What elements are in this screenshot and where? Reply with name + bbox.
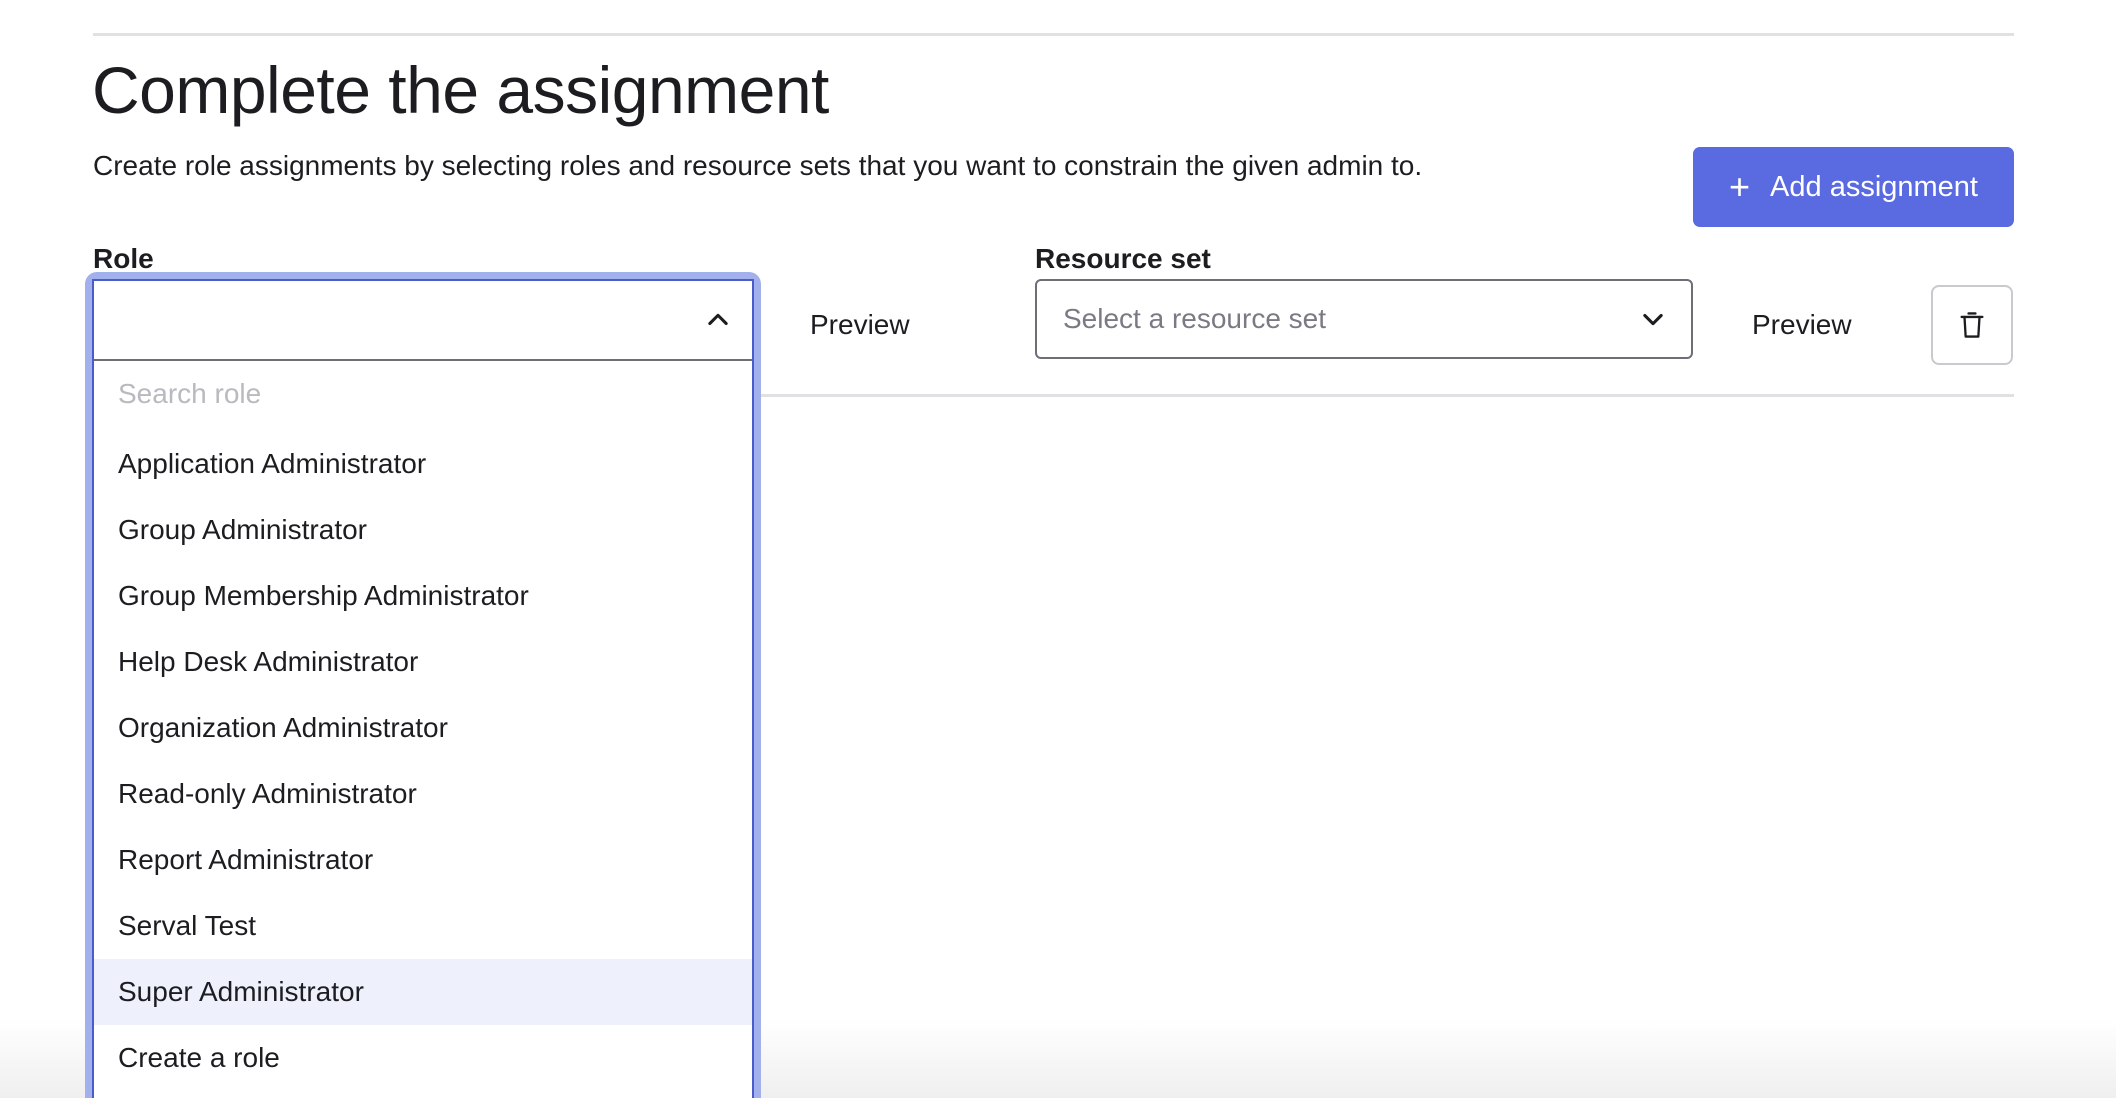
role-option-highlighted[interactable]: Super Administrator [94, 959, 752, 1025]
chevron-up-icon[interactable] [704, 306, 732, 334]
add-assignment-button[interactable]: + Add assignment [1693, 147, 2014, 227]
role-search-input[interactable] [94, 361, 752, 427]
resource-set-preview-link[interactable]: Preview [1752, 309, 1852, 341]
role-label: Role [93, 243, 154, 274]
role-option[interactable]: Report Administrator [94, 827, 752, 893]
resource-set-label: Resource set [1035, 243, 1211, 274]
plus-icon: + [1729, 166, 1751, 207]
resource-set-select[interactable]: Select a resource set [1035, 279, 1693, 359]
role-dropdown: Application Administrator Group Administ… [92, 279, 754, 1098]
role-option[interactable]: Application Administrator [94, 431, 752, 497]
delete-assignment-button[interactable] [1931, 285, 2013, 365]
add-assignment-label: Add assignment [1770, 170, 1978, 203]
role-combobox[interactable]: Application Administrator Group Administ… [85, 272, 761, 1098]
role-preview-link[interactable]: Preview [810, 309, 910, 341]
trash-icon [1960, 312, 1984, 338]
page-title: Complete the assignment [92, 53, 829, 127]
role-select-trigger[interactable] [94, 281, 752, 361]
role-option[interactable]: Read-only Administrator [94, 761, 752, 827]
role-option[interactable]: Group Membership Administrator [94, 563, 752, 629]
resource-set-placeholder: Select a resource set [1063, 303, 1327, 334]
role-options-list: Application Administrator Group Administ… [94, 431, 752, 1091]
chevron-down-icon [1643, 313, 1663, 326]
role-option[interactable]: Organization Administrator [94, 695, 752, 761]
page-subtitle: Create role assignments by selecting rol… [93, 150, 1423, 181]
role-option[interactable]: Group Administrator [94, 497, 752, 563]
role-option[interactable]: Serval Test [94, 893, 752, 959]
row-divider [757, 394, 2014, 397]
create-role-option[interactable]: Create a role [94, 1025, 752, 1091]
top-divider [93, 33, 2014, 36]
role-option[interactable]: Help Desk Administrator [94, 629, 752, 695]
